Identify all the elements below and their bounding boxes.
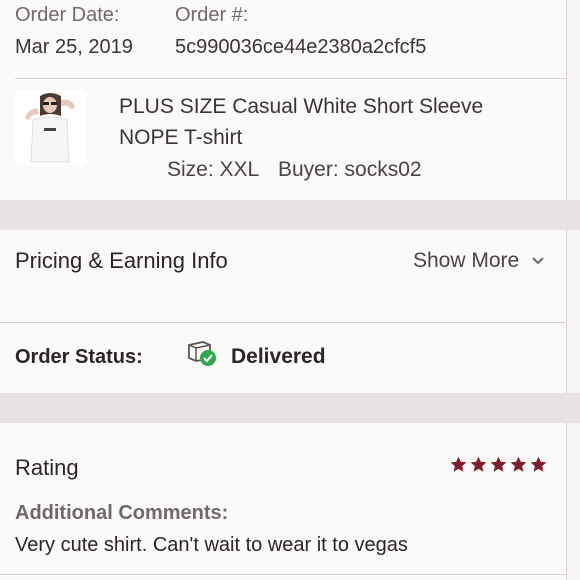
package-delivered-icon bbox=[186, 339, 220, 369]
star-icon bbox=[510, 456, 527, 472]
star-icon bbox=[470, 456, 487, 472]
product-size: Size: XXL bbox=[167, 158, 260, 181]
divider bbox=[15, 78, 566, 79]
show-more-link[interactable]: Show More bbox=[413, 249, 545, 273]
product-title-line1[interactable]: PLUS SIZE Casual White Short Sleeve bbox=[119, 95, 483, 119]
comments-label: Additional Comments: bbox=[15, 502, 229, 524]
show-more-label: Show More bbox=[413, 249, 520, 272]
buyer-username[interactable]: Buyer: socks02 bbox=[278, 158, 422, 182]
divider bbox=[0, 574, 566, 575]
section-separator bbox=[0, 200, 580, 230]
star-rating bbox=[449, 455, 548, 474]
order-number-value: 5c990036ce44e2380a2cfcf5 bbox=[175, 36, 427, 58]
order-date-value: Mar 25, 2019 bbox=[15, 36, 133, 58]
product-title-line2[interactable]: NOPE T-shirt bbox=[119, 126, 242, 150]
pricing-section[interactable] bbox=[0, 230, 567, 322]
rating-title: Rating bbox=[15, 455, 79, 480]
section-separator bbox=[0, 393, 580, 423]
star-icon bbox=[450, 456, 467, 472]
chevron-down-icon bbox=[532, 257, 544, 265]
order-status-value: Delivered bbox=[231, 345, 326, 368]
comment-text: Very cute shirt. Can't wait to wear it t… bbox=[15, 534, 408, 556]
pricing-title: Pricing & Earning Info bbox=[15, 248, 228, 273]
order-date-label: Order Date: bbox=[15, 4, 120, 26]
order-status-label: Order Status: bbox=[15, 346, 143, 368]
product-thumbnail[interactable] bbox=[15, 90, 85, 165]
star-icon bbox=[530, 456, 547, 472]
star-icon bbox=[490, 456, 507, 472]
order-number-label: Order #: bbox=[175, 4, 249, 26]
